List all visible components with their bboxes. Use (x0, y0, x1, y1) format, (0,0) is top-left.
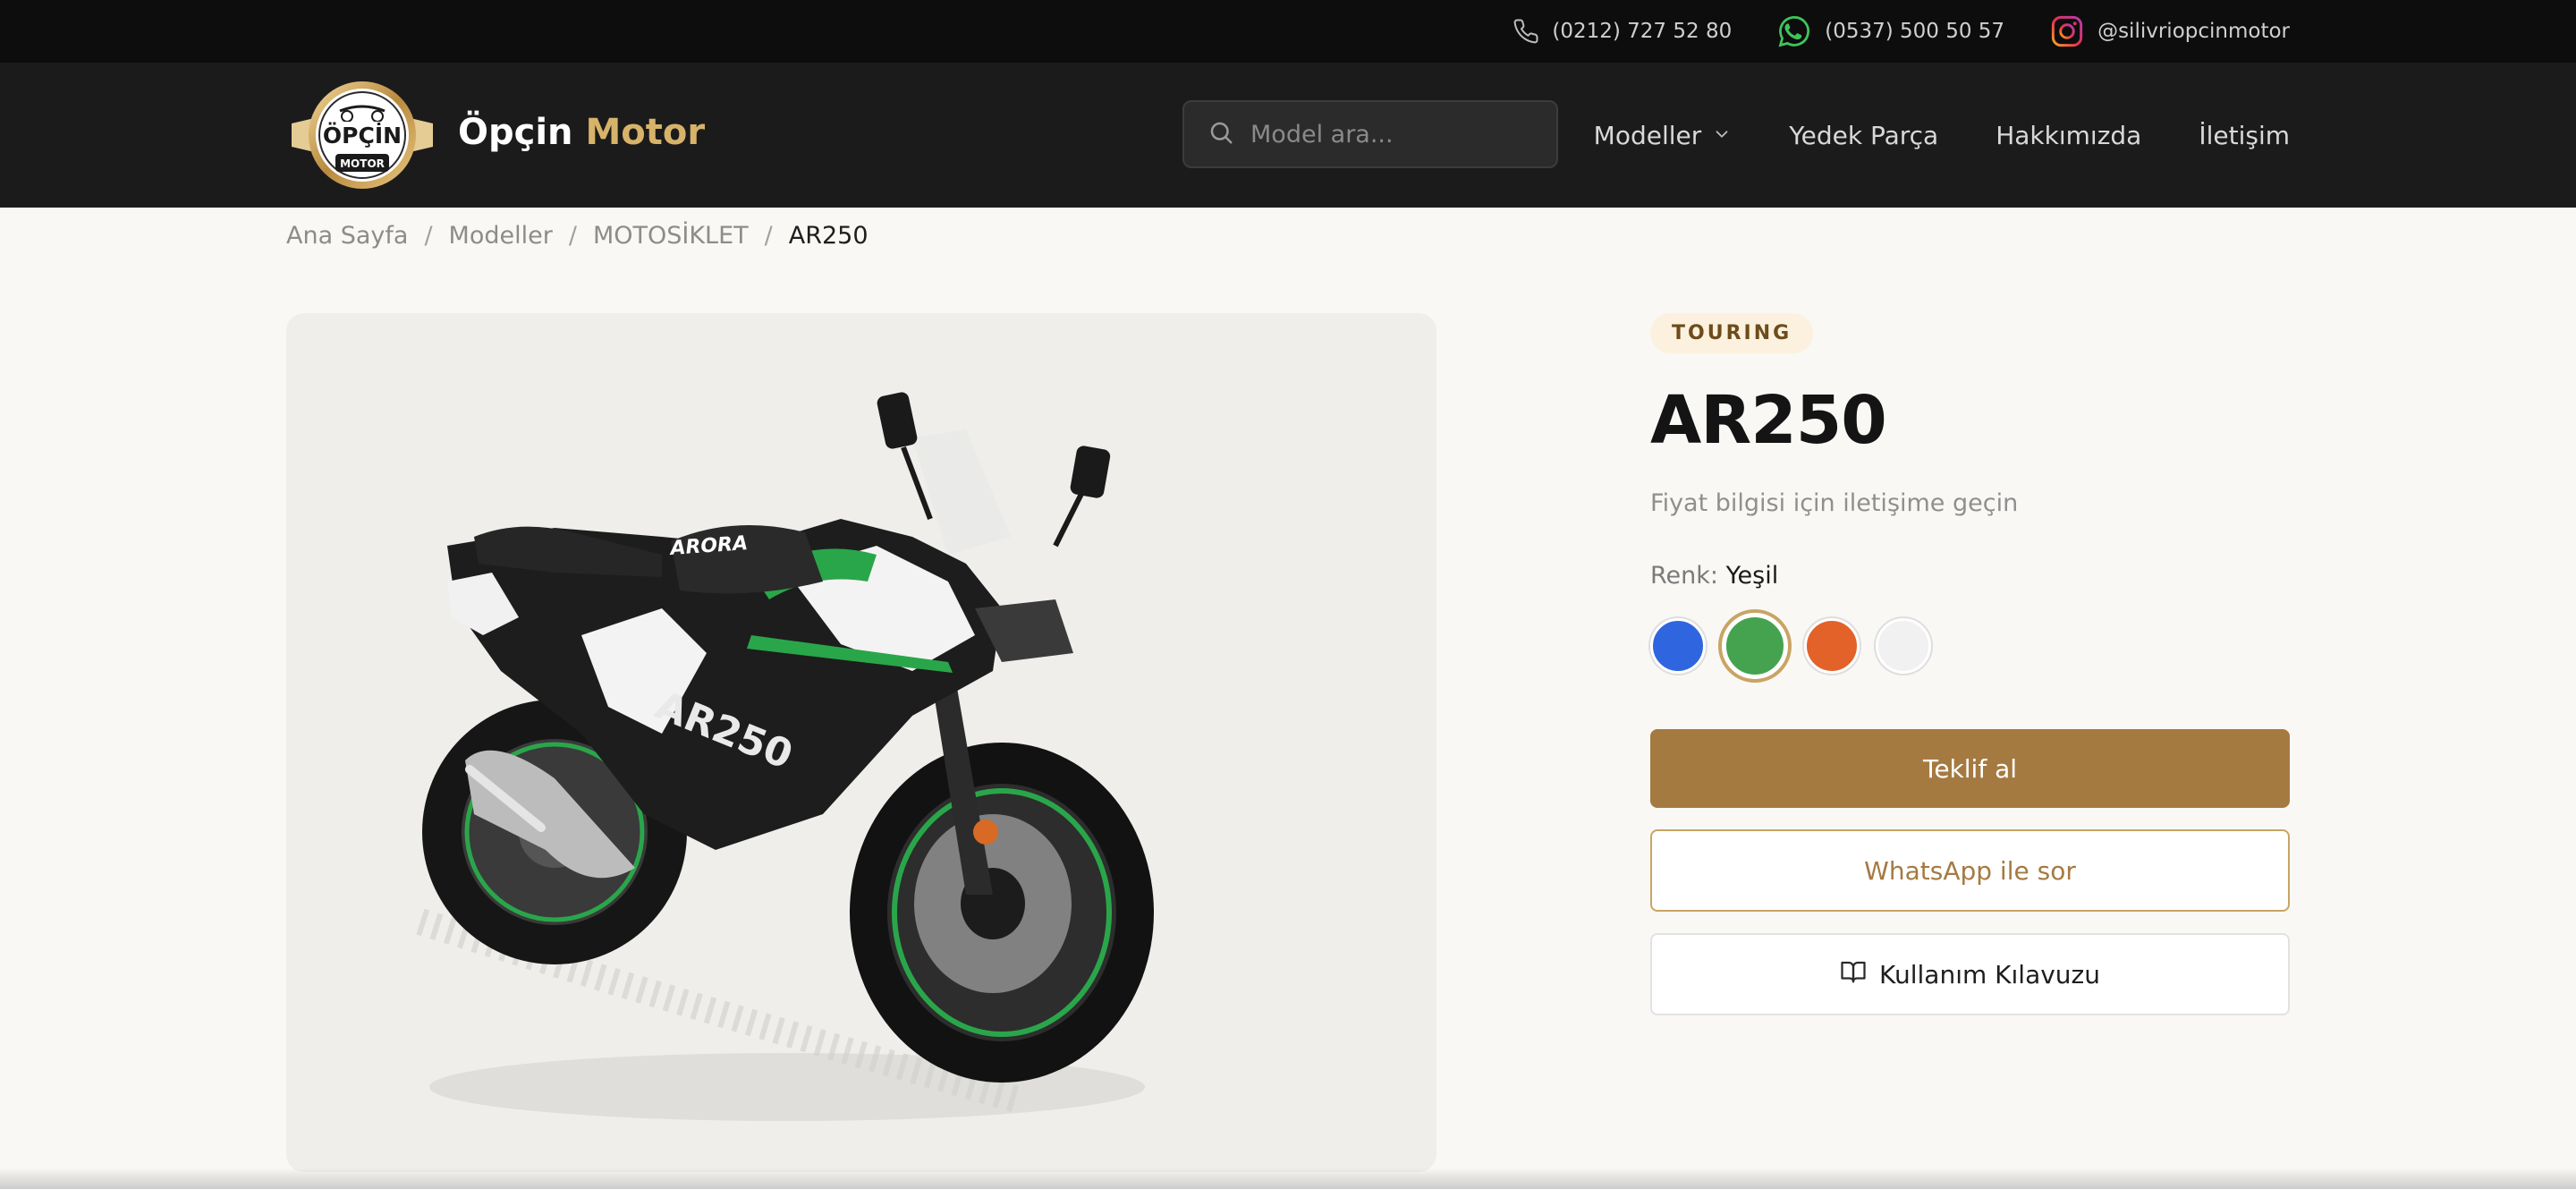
whatsapp-button-label: WhatsApp ile sor (1864, 855, 2076, 886)
chevron-down-icon (1712, 121, 1732, 150)
nav-about[interactable]: Hakkımızda (1996, 121, 2141, 150)
book-icon (1840, 958, 1867, 991)
breadcrumb-current: AR250 (788, 222, 869, 250)
swatch-white[interactable] (1876, 618, 1931, 674)
quote-button-label: Teklif al (1922, 753, 2018, 784)
nav-about-label: Hakkımızda (1996, 120, 2142, 150)
whatsapp-number: (0537) 500 50 57 (1825, 20, 2005, 43)
product-title: AR250 (1650, 382, 1887, 459)
breadcrumb-category[interactable]: MOTOSİKLET (593, 222, 749, 250)
breadcrumb-home[interactable]: Ana Sayfa (286, 222, 408, 250)
swatch-blue[interactable] (1650, 618, 1706, 674)
swatch-green[interactable] (1722, 613, 1788, 679)
whatsapp-icon (1776, 13, 1812, 49)
nav-models[interactable]: Modeller (1594, 121, 1733, 150)
color-label: Renk: (1650, 562, 1719, 590)
price-note: Fiyat bilgisi için iletişime geçin (1650, 489, 2019, 517)
bottom-fold-shadow (0, 1168, 2576, 1189)
nav-parts[interactable]: Yedek Parça (1789, 121, 1938, 150)
brand-name-white: Öpçin (458, 112, 573, 153)
color-swatches (1650, 613, 2290, 679)
search-input[interactable] (1250, 120, 1537, 149)
brand-name-gold: Motor (585, 112, 706, 153)
color-selector-label: Renk: Yeşil (1650, 562, 2290, 590)
product-image-card[interactable]: ARORA AR250 (286, 313, 1436, 1172)
nav-contact[interactable]: İletişim (2199, 121, 2290, 150)
manual-button-label: Kullanım Kılavuzu (1879, 959, 2100, 989)
quote-button[interactable]: Teklif al (1650, 729, 2290, 808)
instagram-icon (2049, 13, 2085, 49)
search-icon (1208, 119, 1234, 149)
breadcrumb-models[interactable]: Modeller (449, 222, 553, 250)
main-nav: Modeller Yedek Parça Hakkımızda İletişim (1594, 63, 2290, 208)
instagram-handle: @silivriopcinmotor (2097, 20, 2290, 43)
breadcrumb-separator: / (424, 222, 433, 250)
swatch-orange[interactable] (1804, 618, 1860, 674)
main-header: ÖPÇİN MOTOR Öpçin Motor Modeller Yedek P… (0, 63, 2576, 208)
breadcrumb: Ana Sayfa / Modeller / MOTOSİKLET / AR25… (286, 222, 869, 250)
whatsapp-contact[interactable]: (0537) 500 50 57 (1776, 13, 2004, 49)
search-box[interactable] (1182, 100, 1558, 168)
nav-parts-label: Yedek Parça (1789, 120, 1939, 150)
logo-text-top: ÖPÇİN (323, 122, 402, 149)
whatsapp-button[interactable]: WhatsApp ile sor (1650, 829, 2290, 912)
top-contact-bar: (0212) 727 52 80 (0537) 500 50 57 @siliv… (0, 0, 2576, 63)
motorcycle-image: ARORA AR250 (416, 392, 1154, 1121)
logo-badge[interactable]: ÖPÇİN MOTOR (286, 79, 438, 191)
color-value: Yeşil (1725, 562, 1779, 590)
manual-button[interactable]: Kullanım Kılavuzu (1650, 933, 2290, 1015)
breadcrumb-separator: / (764, 222, 773, 250)
breadcrumb-separator: / (568, 222, 577, 250)
logo-text-bottom: MOTOR (340, 157, 385, 170)
phone-number: (0212) 727 52 80 (1552, 20, 1733, 43)
nav-contact-label: İletişim (2199, 120, 2290, 150)
phone-contact[interactable]: (0212) 727 52 80 (1513, 18, 1732, 45)
brand-name[interactable]: Öpçin Motor (458, 112, 705, 153)
nav-models-label: Modeller (1593, 120, 1702, 150)
instagram-contact[interactable]: @silivriopcinmotor (2049, 13, 2290, 49)
contact-links: (0212) 727 52 80 (0537) 500 50 57 @siliv… (1513, 0, 2290, 63)
phone-icon (1513, 18, 1539, 45)
category-badge: TOURING (1650, 313, 1814, 353)
product-info-panel: TOURING AR250 Fiyat bilgisi için iletişi… (1650, 313, 2290, 1015)
